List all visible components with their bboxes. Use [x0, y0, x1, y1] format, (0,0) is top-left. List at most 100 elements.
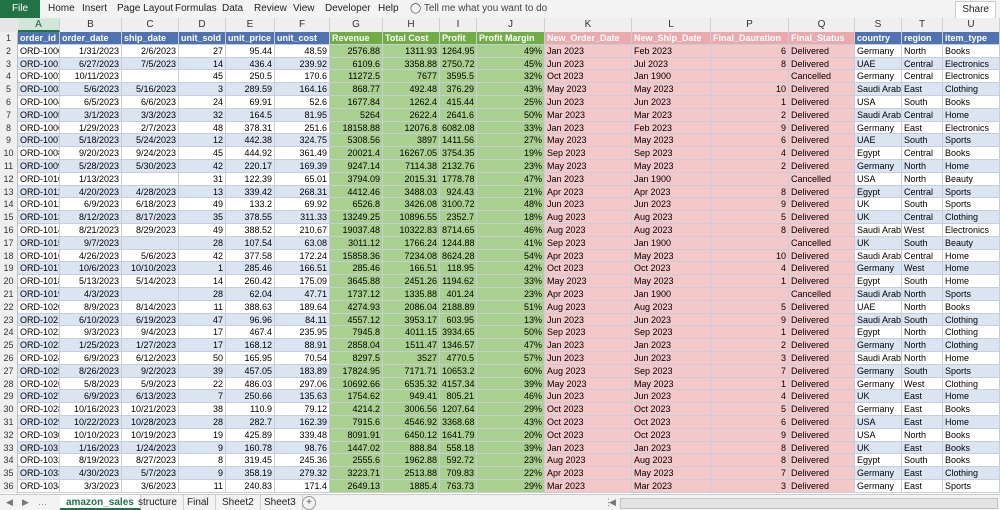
cell[interactable]: Jan 2023 [632, 339, 711, 352]
cell[interactable]: Beauty [943, 236, 1000, 250]
cell[interactable]: 1/16/2023 [60, 441, 122, 455]
cell[interactable]: Sep 2023 [632, 364, 711, 378]
cell[interactable]: 95.44 [226, 44, 275, 58]
row-number[interactable]: 19 [0, 262, 18, 276]
header-cell-revenue[interactable]: Revenue [330, 32, 383, 45]
cell[interactable]: 260.42 [226, 275, 275, 288]
cell[interactable]: 38 [179, 403, 226, 416]
cell[interactable]: East [902, 83, 943, 96]
cell[interactable]: South [902, 236, 943, 250]
cell[interactable]: UAE [855, 57, 902, 71]
cell[interactable]: 19% [477, 147, 545, 160]
cell[interactable]: Clothing [943, 377, 1000, 391]
header-cell-ship-date[interactable]: ship_date [122, 32, 179, 45]
cell[interactable]: 358.19 [226, 467, 275, 480]
cell[interactable]: 5/9/2023 [122, 377, 179, 391]
cell[interactable]: Jan 1900 [632, 70, 711, 84]
cell[interactable]: 3953.17 [383, 313, 440, 327]
cell[interactable]: North [902, 428, 943, 442]
cell[interactable]: 251.6 [275, 121, 330, 135]
cell[interactable]: 289.59 [226, 83, 275, 96]
cell[interactable]: 5/6/2023 [122, 249, 179, 263]
cell[interactable]: 189.64 [275, 300, 330, 314]
cell[interactable]: Home [943, 108, 1000, 122]
column-header-p[interactable]: P [711, 18, 789, 32]
cell[interactable]: 4/26/2023 [60, 249, 122, 263]
row-number[interactable]: 32 [0, 428, 18, 442]
cell[interactable]: 6109.6 [330, 57, 383, 71]
cell[interactable]: Sep 2023 [545, 236, 632, 250]
header-cell-order-id[interactable]: order_id [18, 32, 60, 45]
cell[interactable]: 6 [711, 416, 789, 429]
cell[interactable]: Jun 2023 [545, 57, 632, 71]
cell[interactable]: Sep 2023 [545, 326, 632, 340]
cell[interactable]: 378.31 [226, 121, 275, 135]
cell[interactable]: 6 [711, 44, 789, 58]
cell[interactable]: Saudi Arabia [855, 249, 902, 263]
cell[interactable]: Sports [943, 480, 1000, 493]
cell[interactable]: 3488.03 [383, 185, 440, 199]
cell[interactable]: 98.76 [275, 441, 330, 455]
cell[interactable]: Delivered [789, 121, 855, 135]
tab-developer[interactable]: Developer [325, 0, 371, 18]
cell[interactable]: Egypt [855, 275, 902, 288]
cell[interactable]: ORD-1019 [18, 288, 60, 301]
cell[interactable]: ORD-1033 [18, 467, 60, 480]
cell[interactable]: 924.43 [440, 185, 477, 199]
cell[interactable]: 6/9/2023 [60, 198, 122, 212]
cell[interactable]: Jan 2023 [545, 121, 632, 135]
cell[interactable]: 4770.5 [440, 352, 477, 365]
cell[interactable]: 1/31/2023 [60, 44, 122, 58]
column-header-b[interactable]: B [60, 18, 122, 32]
cell[interactable]: 9/2/2023 [122, 364, 179, 378]
cell[interactable]: ORD-1026 [18, 377, 60, 391]
column-header-t[interactable]: T [902, 18, 943, 32]
cell[interactable]: 172.24 [275, 249, 330, 263]
cell[interactable]: East [902, 480, 943, 493]
column-header-q[interactable]: Q [789, 18, 855, 32]
cell[interactable]: Jan 2023 [545, 44, 632, 58]
cell[interactable]: Delivered [789, 454, 855, 468]
cell[interactable]: 18158.88 [330, 121, 383, 135]
cell[interactable]: 9/7/2023 [60, 236, 122, 250]
cell[interactable]: 14 [179, 275, 226, 288]
cell[interactable]: ORD-1024 [18, 352, 60, 365]
cell[interactable]: 2641.6 [440, 108, 477, 122]
cell[interactable]: Central [902, 70, 943, 84]
cell[interactable]: 7114.38 [383, 160, 440, 173]
cell[interactable]: 4557.12 [330, 313, 383, 327]
cell[interactable]: 1511.47 [383, 339, 440, 352]
cell[interactable]: 10/6/2023 [60, 262, 122, 276]
cell[interactable]: May 2023 [632, 134, 711, 148]
cell[interactable]: 2622.4 [383, 108, 440, 122]
cell[interactable]: 175.09 [275, 275, 330, 288]
cell[interactable]: 70.54 [275, 352, 330, 365]
cell[interactable]: 17824.95 [330, 364, 383, 378]
cell[interactable]: 5/28/2023 [60, 160, 122, 173]
cell[interactable]: USA [855, 428, 902, 442]
cell[interactable]: Books [943, 147, 1000, 160]
cell[interactable]: 3/1/2023 [60, 108, 122, 122]
cell[interactable]: 10/19/2023 [122, 428, 179, 442]
cell[interactable]: 1264.95 [440, 44, 477, 58]
cell[interactable] [122, 288, 179, 301]
cell[interactable]: 1737.12 [330, 288, 383, 301]
cell[interactable]: ORD-1027 [18, 390, 60, 404]
cell[interactable]: Aug 2023 [545, 211, 632, 224]
cell[interactable]: ORD-1032 [18, 454, 60, 468]
cell[interactable]: 11 [179, 480, 226, 493]
cell[interactable]: 48.59 [275, 44, 330, 58]
tab-insert[interactable]: Insert [82, 0, 107, 18]
cell[interactable]: 28 [179, 416, 226, 429]
cell[interactable] [122, 70, 179, 84]
cell[interactable]: Egypt [855, 185, 902, 199]
cell[interactable]: 8 [711, 441, 789, 455]
cell[interactable]: 81.95 [275, 108, 330, 122]
row-number[interactable]: 24 [0, 326, 18, 340]
header-cell-unit-sold[interactable]: unit_sold [179, 32, 226, 45]
cell[interactable]: 888.84 [383, 441, 440, 455]
cell[interactable]: 5/14/2023 [122, 275, 179, 288]
cell[interactable]: Delivered [789, 211, 855, 224]
cell[interactable]: 1778.78 [440, 172, 477, 186]
cell[interactable]: May 2023 [545, 377, 632, 391]
